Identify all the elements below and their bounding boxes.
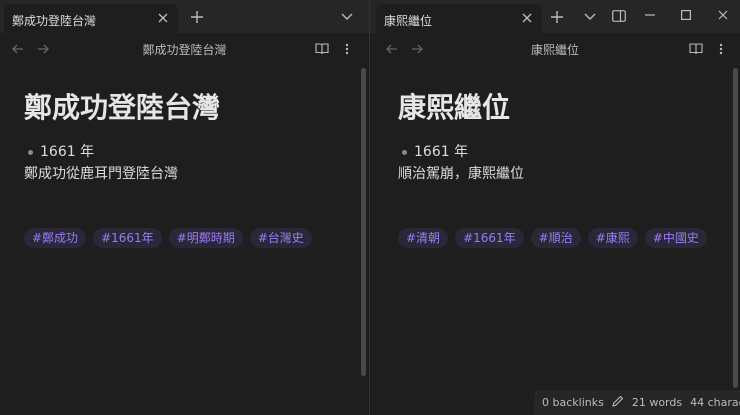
scrollbar[interactable] xyxy=(733,68,738,388)
bullet-dot xyxy=(402,149,407,155)
plus-icon[interactable] xyxy=(546,6,568,28)
tag-list: #清朝 #1661年 #順治 #康熙 #中國史 xyxy=(398,228,716,248)
status-bar: 0 backlinks 21 words 44 characters xyxy=(534,390,740,415)
left-pane: 鄭成功登陸台灣 鄭成功登陸台灣 鄭成功登陸台灣 1661 年 鄭成功從鹿耳門登陸… xyxy=(0,0,370,415)
left-tab-bar: 鄭成功登陸台灣 xyxy=(0,0,369,33)
tab-left-note[interactable]: 鄭成功登陸台灣 xyxy=(4,4,178,33)
chevron-down-icon[interactable] xyxy=(579,6,601,28)
close-icon[interactable] xyxy=(518,9,536,27)
list-item-text: 1661 年 xyxy=(414,144,469,160)
close-icon[interactable] xyxy=(711,4,735,26)
tag[interactable]: #鄭成功 xyxy=(24,228,87,248)
scrollbar[interactable] xyxy=(361,68,366,376)
list-item-text: 1661 年 xyxy=(40,144,95,160)
note-heading: 康熙繼位 xyxy=(398,91,511,124)
more-vertical-icon[interactable] xyxy=(710,38,732,60)
right-note-content[interactable]: 康熙繼位 1661 年 順治駕崩，康熙繼位 #清朝 #1661年 #順治 #康熙… xyxy=(398,88,716,248)
plus-icon[interactable] xyxy=(186,6,208,28)
note-paragraph: 鄭成功從鹿耳門登陸台灣 xyxy=(24,166,178,182)
character-count: 44 characters xyxy=(690,396,740,409)
tag[interactable]: #1661年 xyxy=(93,228,162,248)
tag[interactable]: #順治 xyxy=(530,228,581,248)
tab-right-note[interactable]: 康熙繼位 xyxy=(376,4,542,33)
note-heading: 鄭成功登陸台灣 xyxy=(24,91,221,124)
close-icon[interactable] xyxy=(154,9,172,27)
tag[interactable]: #清朝 xyxy=(398,228,449,248)
backlinks-count[interactable]: 0 backlinks xyxy=(542,396,604,409)
word-count: 21 words xyxy=(631,396,683,409)
tag[interactable]: #1661年 xyxy=(455,228,524,248)
pencil-icon[interactable] xyxy=(612,395,624,410)
right-nav-bar: 康熙繼位 xyxy=(370,33,740,65)
tab-label: 鄭成功登陸台灣 xyxy=(12,14,97,28)
tab-label: 康熙繼位 xyxy=(384,14,433,28)
list-item: 1661 年 xyxy=(398,142,716,162)
left-nav-bar: 鄭成功登陸台灣 xyxy=(0,33,369,65)
right-pane: 康熙繼位 康熙繼位 康熙繼位 1661 年 順治駕崩，康熙繼位 #清朝 #166… xyxy=(370,0,740,415)
tag[interactable]: #台灣史 xyxy=(249,228,312,248)
book-open-icon[interactable] xyxy=(685,38,707,60)
maximize-icon[interactable] xyxy=(674,4,698,26)
sidebar-toggle-icon[interactable] xyxy=(608,5,630,27)
tag[interactable]: #明鄭時期 xyxy=(168,228,243,248)
right-tab-bar: 康熙繼位 xyxy=(370,0,740,33)
tag[interactable]: #康熙 xyxy=(587,228,638,248)
book-open-icon[interactable] xyxy=(311,38,333,60)
chevron-down-icon[interactable] xyxy=(336,6,358,28)
list-item: 1661 年 xyxy=(24,142,345,162)
tag[interactable]: #中國史 xyxy=(644,228,707,248)
left-note-content[interactable]: 鄭成功登陸台灣 1661 年 鄭成功從鹿耳門登陸台灣 #鄭成功 #1661年 #… xyxy=(24,88,345,248)
more-vertical-icon[interactable] xyxy=(336,38,358,60)
tag-list: #鄭成功 #1661年 #明鄭時期 #台灣史 xyxy=(24,228,345,248)
bullet-dot xyxy=(28,149,33,155)
note-paragraph: 順治駕崩，康熙繼位 xyxy=(398,166,524,182)
minimize-icon[interactable] xyxy=(638,4,662,26)
